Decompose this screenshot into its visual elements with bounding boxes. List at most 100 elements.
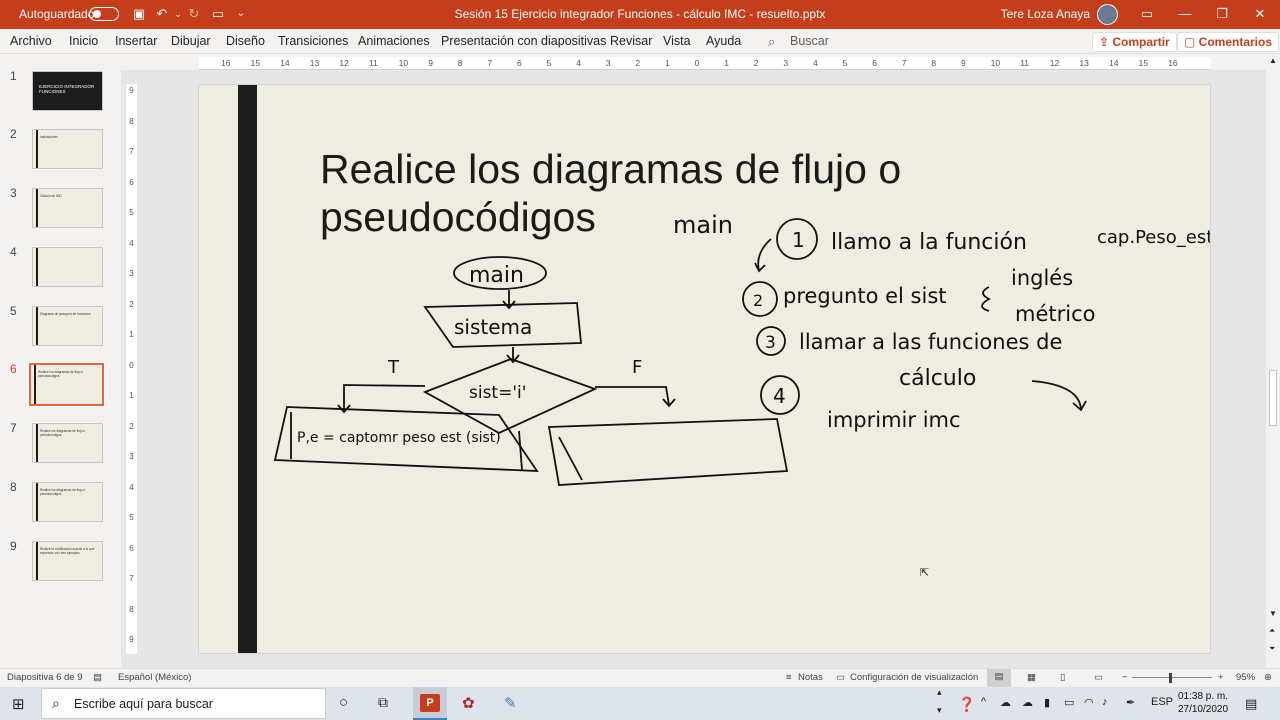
slide-thumbnail-6[interactable]: Realice los diagramas de flujo o pseudoc… bbox=[28, 362, 105, 407]
tray-down-icon[interactable]: ▾ bbox=[937, 705, 942, 716]
tab-transiciones[interactable]: Transiciones bbox=[278, 34, 348, 48]
reading-view-icon[interactable]: ▯ bbox=[1060, 672, 1065, 683]
battery-icon[interactable]: ▭ bbox=[1064, 696, 1074, 709]
display-settings-icon[interactable]: ▭ bbox=[836, 672, 845, 683]
zoom-level[interactable]: 95% bbox=[1236, 672, 1255, 683]
ruler-tick-label: 7 bbox=[901, 58, 907, 68]
ruler-tick-label: 12 bbox=[339, 58, 349, 68]
language-indicator[interactable]: Español (México) bbox=[118, 672, 191, 683]
slide-thumbnail-2[interactable]: Indicaciones bbox=[32, 129, 103, 169]
scrollbar-thumb[interactable] bbox=[1269, 370, 1277, 426]
notes-button[interactable]: Notas bbox=[798, 672, 823, 683]
slide-thumbnails-pane: 1 EJERCICIO INTEGRADOR FUNCIONES 2 Indic… bbox=[0, 55, 121, 668]
user-name[interactable]: Tere Loza Anaya bbox=[1001, 7, 1090, 21]
slide-thumbnail-5[interactable]: Diagrama de jerarquía de funciones bbox=[32, 306, 103, 346]
tray-up-icon[interactable]: ▴ bbox=[937, 687, 942, 698]
zoom-slider-thumb[interactable] bbox=[1169, 673, 1172, 683]
tab-ayuda[interactable]: Ayuda bbox=[706, 34, 741, 48]
view-config-button[interactable]: Configuración de visualización bbox=[850, 672, 978, 683]
minimize-icon[interactable]: — bbox=[1174, 4, 1196, 24]
tab-animaciones[interactable]: Animaciones bbox=[358, 34, 430, 48]
ruler-tick-label: 3 bbox=[129, 452, 134, 461]
scroll-up-icon[interactable]: ▲ bbox=[1269, 56, 1277, 65]
ribbon-search[interactable]: Buscar bbox=[790, 34, 829, 48]
search-icon[interactable]: ⌕ bbox=[768, 34, 775, 50]
tab-diseno[interactable]: Diseño bbox=[226, 34, 265, 48]
notes-icon[interactable]: ≡ bbox=[786, 672, 792, 683]
ink-branch-false bbox=[595, 386, 670, 406]
fit-to-window-icon[interactable]: ⊕ bbox=[1264, 672, 1272, 683]
tab-revisar[interactable]: Revisar bbox=[610, 34, 652, 48]
ruler-tick-label: 4 bbox=[813, 58, 818, 68]
powerpoint-taskbar-button[interactable]: P bbox=[413, 687, 447, 720]
next-slide-icon[interactable]: ⏷ bbox=[1269, 644, 1275, 654]
cloud-sync-icon[interactable]: ☁ bbox=[1022, 696, 1033, 709]
handwritten-ink-layer: main main 1 llamo a la función cap.Peso_… bbox=[273, 211, 1211, 486]
thumb-number: 9 bbox=[10, 539, 17, 553]
ruler-tick-label: 11 bbox=[1020, 58, 1030, 68]
app-icon-blue[interactable]: ✎ bbox=[504, 694, 517, 712]
usb-icon[interactable]: ▮ bbox=[1044, 696, 1050, 709]
zoom-out-icon[interactable]: − bbox=[1122, 672, 1128, 683]
close-icon[interactable]: ✕ bbox=[1249, 4, 1271, 24]
thumb-number: 7 bbox=[10, 421, 17, 435]
slide-thumbnail-1[interactable]: EJERCICIO INTEGRADOR FUNCIONES bbox=[32, 71, 103, 111]
slide-thumbnail-8[interactable]: Realice los diagramas de flujo o pseudoc… bbox=[32, 482, 103, 522]
ink-captura: P,e = captomr peso est (sist) bbox=[297, 430, 501, 446]
volume-icon[interactable]: ♪ bbox=[1102, 696, 1108, 708]
comments-button[interactable]: ▢ Comentarios bbox=[1177, 32, 1280, 52]
cloud-icon[interactable]: ☁ bbox=[1000, 696, 1011, 709]
show-hidden-icons[interactable]: ^ bbox=[981, 696, 986, 708]
thumb-number: 3 bbox=[10, 186, 17, 200]
ruler-tick-label: 1 bbox=[665, 58, 670, 68]
tab-inicio[interactable]: Inicio bbox=[69, 34, 98, 48]
notifications-icon[interactable]: ▤ bbox=[1245, 696, 1257, 712]
task-view-icon[interactable]: ⧉ bbox=[378, 694, 388, 711]
zoom-in-icon[interactable]: + bbox=[1218, 672, 1224, 683]
ruler-tick-label: 9 bbox=[129, 86, 134, 95]
ruler-tick-label: 14 bbox=[1109, 58, 1119, 68]
ruler-tick-label: 7 bbox=[129, 574, 134, 583]
normal-view-button[interactable]: ▤ bbox=[987, 669, 1011, 687]
share-button[interactable]: ⇪ Compartir bbox=[1092, 32, 1177, 52]
slide-thumbnail-7[interactable]: Realice los diagramas de flujo o pseudoc… bbox=[32, 423, 103, 463]
ruler-tick-label: 8 bbox=[129, 116, 134, 126]
ink-cap: cap.Peso_est. bbox=[1097, 227, 1211, 248]
avatar[interactable] bbox=[1097, 4, 1118, 25]
maximize-icon[interactable]: ❐ bbox=[1211, 4, 1233, 24]
slideshow-icon[interactable]: ▭ bbox=[1094, 672, 1103, 683]
spellcheck-icon[interactable]: ▤ bbox=[93, 672, 102, 683]
tab-presentacion[interactable]: Presentación con diapositivas bbox=[441, 34, 606, 48]
slide-canvas[interactable]: Realice los diagramas de flujo o pseudoc… bbox=[198, 84, 1211, 654]
zoom-slider[interactable] bbox=[1132, 677, 1212, 678]
ruler-tick-label: 9 bbox=[129, 635, 134, 644]
windows-start-icon[interactable]: ⊞ bbox=[12, 695, 25, 713]
vertical-scrollbar[interactable]: ▲ ▼ ⏶ ⏷ bbox=[1266, 54, 1280, 668]
system-clock[interactable]: 01:38 p. m. 27/10/2020 bbox=[1175, 690, 1231, 716]
app-icon-red[interactable]: ✿ bbox=[462, 694, 475, 712]
ruler-tick-label: 1 bbox=[724, 58, 729, 68]
prev-slide-icon[interactable]: ⏶ bbox=[1269, 626, 1275, 636]
pen-icon[interactable]: ✒ bbox=[1126, 696, 1135, 709]
ruler-tick-label: 2 bbox=[129, 299, 134, 309]
help-icon[interactable]: ❓ bbox=[958, 696, 975, 713]
taskbar-search-box[interactable]: ⌕ Escribe aquí para buscar bbox=[41, 688, 326, 719]
cortana-icon[interactable]: ○ bbox=[339, 694, 348, 711]
input-language[interactable]: ESP bbox=[1151, 696, 1173, 708]
thumb-number: 6 bbox=[10, 362, 17, 376]
slide-thumbnail-4[interactable] bbox=[32, 247, 103, 287]
slide-sorter-icon[interactable]: ▦ bbox=[1027, 672, 1036, 683]
tab-insertar[interactable]: Insertar bbox=[115, 34, 157, 48]
slide-thumbnail-9[interactable]: Realice la codificación acorde a lo que … bbox=[32, 541, 103, 581]
ruler-tick-label: 16 bbox=[1168, 58, 1178, 68]
scroll-down-icon[interactable]: ▼ bbox=[1269, 609, 1277, 618]
ruler-tick-label: 15 bbox=[1138, 58, 1149, 68]
wifi-icon[interactable]: ◠ bbox=[1084, 696, 1094, 709]
ruler-tick-label: 2 bbox=[129, 421, 134, 431]
tab-vista[interactable]: Vista bbox=[663, 34, 691, 48]
tab-archivo[interactable]: Archivo bbox=[10, 34, 52, 48]
ribbon-display-icon[interactable]: ▭ bbox=[1136, 4, 1158, 24]
slide-thumbnail-3[interactable]: Cálculo de IMC bbox=[32, 188, 103, 228]
tab-dibujar[interactable]: Dibujar bbox=[171, 34, 211, 48]
ruler-tick-label: 15 bbox=[250, 58, 261, 68]
